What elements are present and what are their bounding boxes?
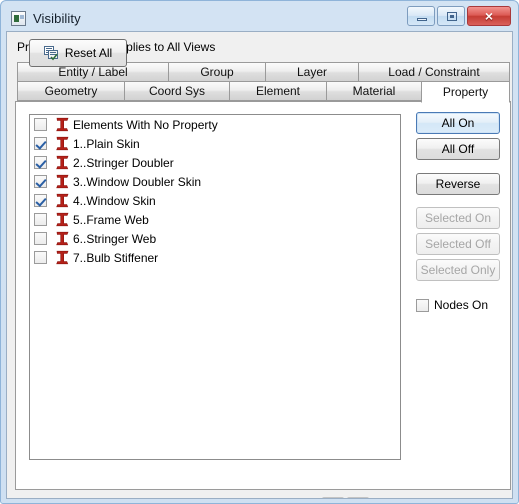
list-item-checkbox[interactable] — [34, 194, 47, 207]
property-ibeam-icon — [54, 193, 71, 208]
minimize-icon — [417, 18, 427, 21]
reverse-button[interactable]: Reverse — [416, 173, 500, 195]
app-window-icon — [11, 10, 26, 26]
list-item[interactable]: 4..Window Skin — [30, 191, 400, 210]
tab-label: Layer — [296, 65, 328, 79]
tab-label: Load / Constraint — [388, 65, 480, 79]
tab-label: Element — [255, 84, 301, 98]
list-item[interactable]: 6..Stringer Web — [30, 229, 400, 248]
property-ibeam-icon — [54, 136, 71, 151]
selected-only-button[interactable]: Selected Only — [416, 259, 500, 281]
reset-all-button[interactable]: Reset All — [29, 39, 127, 67]
tab-coord-sys[interactable]: Coord Sys — [124, 81, 230, 101]
tab-load-constraint[interactable]: Load / Constraint — [358, 62, 510, 82]
list-item-label: 1..Plain Skin — [73, 136, 140, 151]
tab-label: Property — [442, 85, 489, 99]
bottom-bar — [7, 454, 512, 498]
property-list[interactable]: Elements With No Property 1..Plain Skin 2.… — [29, 114, 401, 460]
list-item[interactable]: 1..Plain Skin — [30, 134, 400, 153]
close-icon: × — [484, 8, 494, 24]
nodes-on-checkbox[interactable] — [416, 298, 429, 312]
list-item-label: Elements With No Property — [73, 117, 218, 132]
caption-buttons: × — [407, 6, 511, 26]
tab-label: Entity / Label — [58, 65, 128, 79]
tab-geometry[interactable]: Geometry — [17, 81, 125, 101]
minimize-button[interactable] — [407, 6, 435, 26]
property-tab-page: Elements With No Property 1..Plain Skin 2.… — [15, 101, 511, 490]
tab-material[interactable]: Material — [326, 81, 422, 101]
list-item-checkbox[interactable] — [34, 232, 47, 245]
list-item-checkbox[interactable] — [34, 213, 47, 226]
property-ibeam-icon — [54, 117, 71, 132]
done-button[interactable]: Done — [411, 498, 507, 499]
list-item-checkbox[interactable] — [34, 175, 47, 188]
tab-strip: Entity / Label Group Layer Load / Constrain… — [15, 62, 511, 103]
tab-label: Material — [352, 84, 396, 98]
tab-label: Coord Sys — [148, 84, 206, 98]
reset-all-label: Reset All — [64, 46, 113, 60]
list-item-checkbox[interactable] — [34, 251, 47, 264]
property-ibeam-icon — [54, 212, 71, 227]
filter-list-button[interactable] — [322, 497, 344, 498]
list-item[interactable]: Elements With No Property — [30, 115, 400, 134]
maximize-button[interactable] — [437, 6, 465, 26]
nodes-on-label: Nodes On — [434, 298, 489, 312]
selected-on-button[interactable]: Selected On — [416, 207, 500, 229]
list-item-checkbox[interactable] — [34, 118, 47, 131]
tab-element[interactable]: Element — [229, 81, 327, 101]
tab-row-bottom: Geometry Coord Sys Element Material Property — [15, 81, 511, 103]
nodes-on-row[interactable]: Nodes On — [416, 298, 500, 312]
close-button[interactable]: × — [467, 6, 511, 26]
tab-label: Geometry — [44, 84, 98, 98]
visibility-window: Visibility × Property Visibility Applies… — [0, 0, 519, 504]
tab-group[interactable]: Group — [168, 62, 266, 82]
list-item[interactable]: 3..Window Doubler Skin — [30, 172, 400, 191]
property-ibeam-icon — [54, 174, 71, 189]
reset-all-icon — [43, 45, 60, 61]
list-item-label: 5..Frame Web — [73, 212, 149, 227]
list-item[interactable]: 7..Bulb Stiffener — [30, 248, 400, 267]
maximize-icon — [447, 12, 457, 21]
property-ibeam-icon — [54, 231, 71, 246]
tab-label: Group — [200, 65, 234, 79]
title-bar: Visibility × — [6, 5, 513, 31]
list-item-checkbox[interactable] — [34, 156, 47, 169]
tab-layer[interactable]: Layer — [265, 62, 359, 82]
list-item-label: 2..Stringer Doubler — [73, 155, 174, 170]
list-item-label: 6..Stringer Web — [73, 231, 157, 246]
filter-clear-button[interactable] — [347, 497, 369, 498]
list-item[interactable]: 5..Frame Web — [30, 210, 400, 229]
property-ibeam-icon — [54, 250, 71, 265]
dialog-client-area: Property Visibility Applies to All Views… — [6, 31, 513, 499]
property-ibeam-icon — [54, 155, 71, 170]
window-title: Visibility — [33, 10, 81, 26]
list-item-label: 7..Bulb Stiffener — [73, 250, 159, 265]
all-on-button[interactable]: All On — [416, 112, 500, 134]
side-button-group: All On All Off Reverse Selected On Selec… — [416, 112, 500, 312]
list-item-label: 3..Window Doubler Skin — [73, 174, 202, 189]
tab-property[interactable]: Property — [421, 81, 510, 103]
list-item-checkbox[interactable] — [34, 137, 47, 150]
list-item[interactable]: 2..Stringer Doubler — [30, 153, 400, 172]
list-item-label: 4..Window Skin — [73, 193, 156, 208]
selected-off-button[interactable]: Selected Off — [416, 233, 500, 255]
all-off-button[interactable]: All Off — [416, 138, 500, 160]
